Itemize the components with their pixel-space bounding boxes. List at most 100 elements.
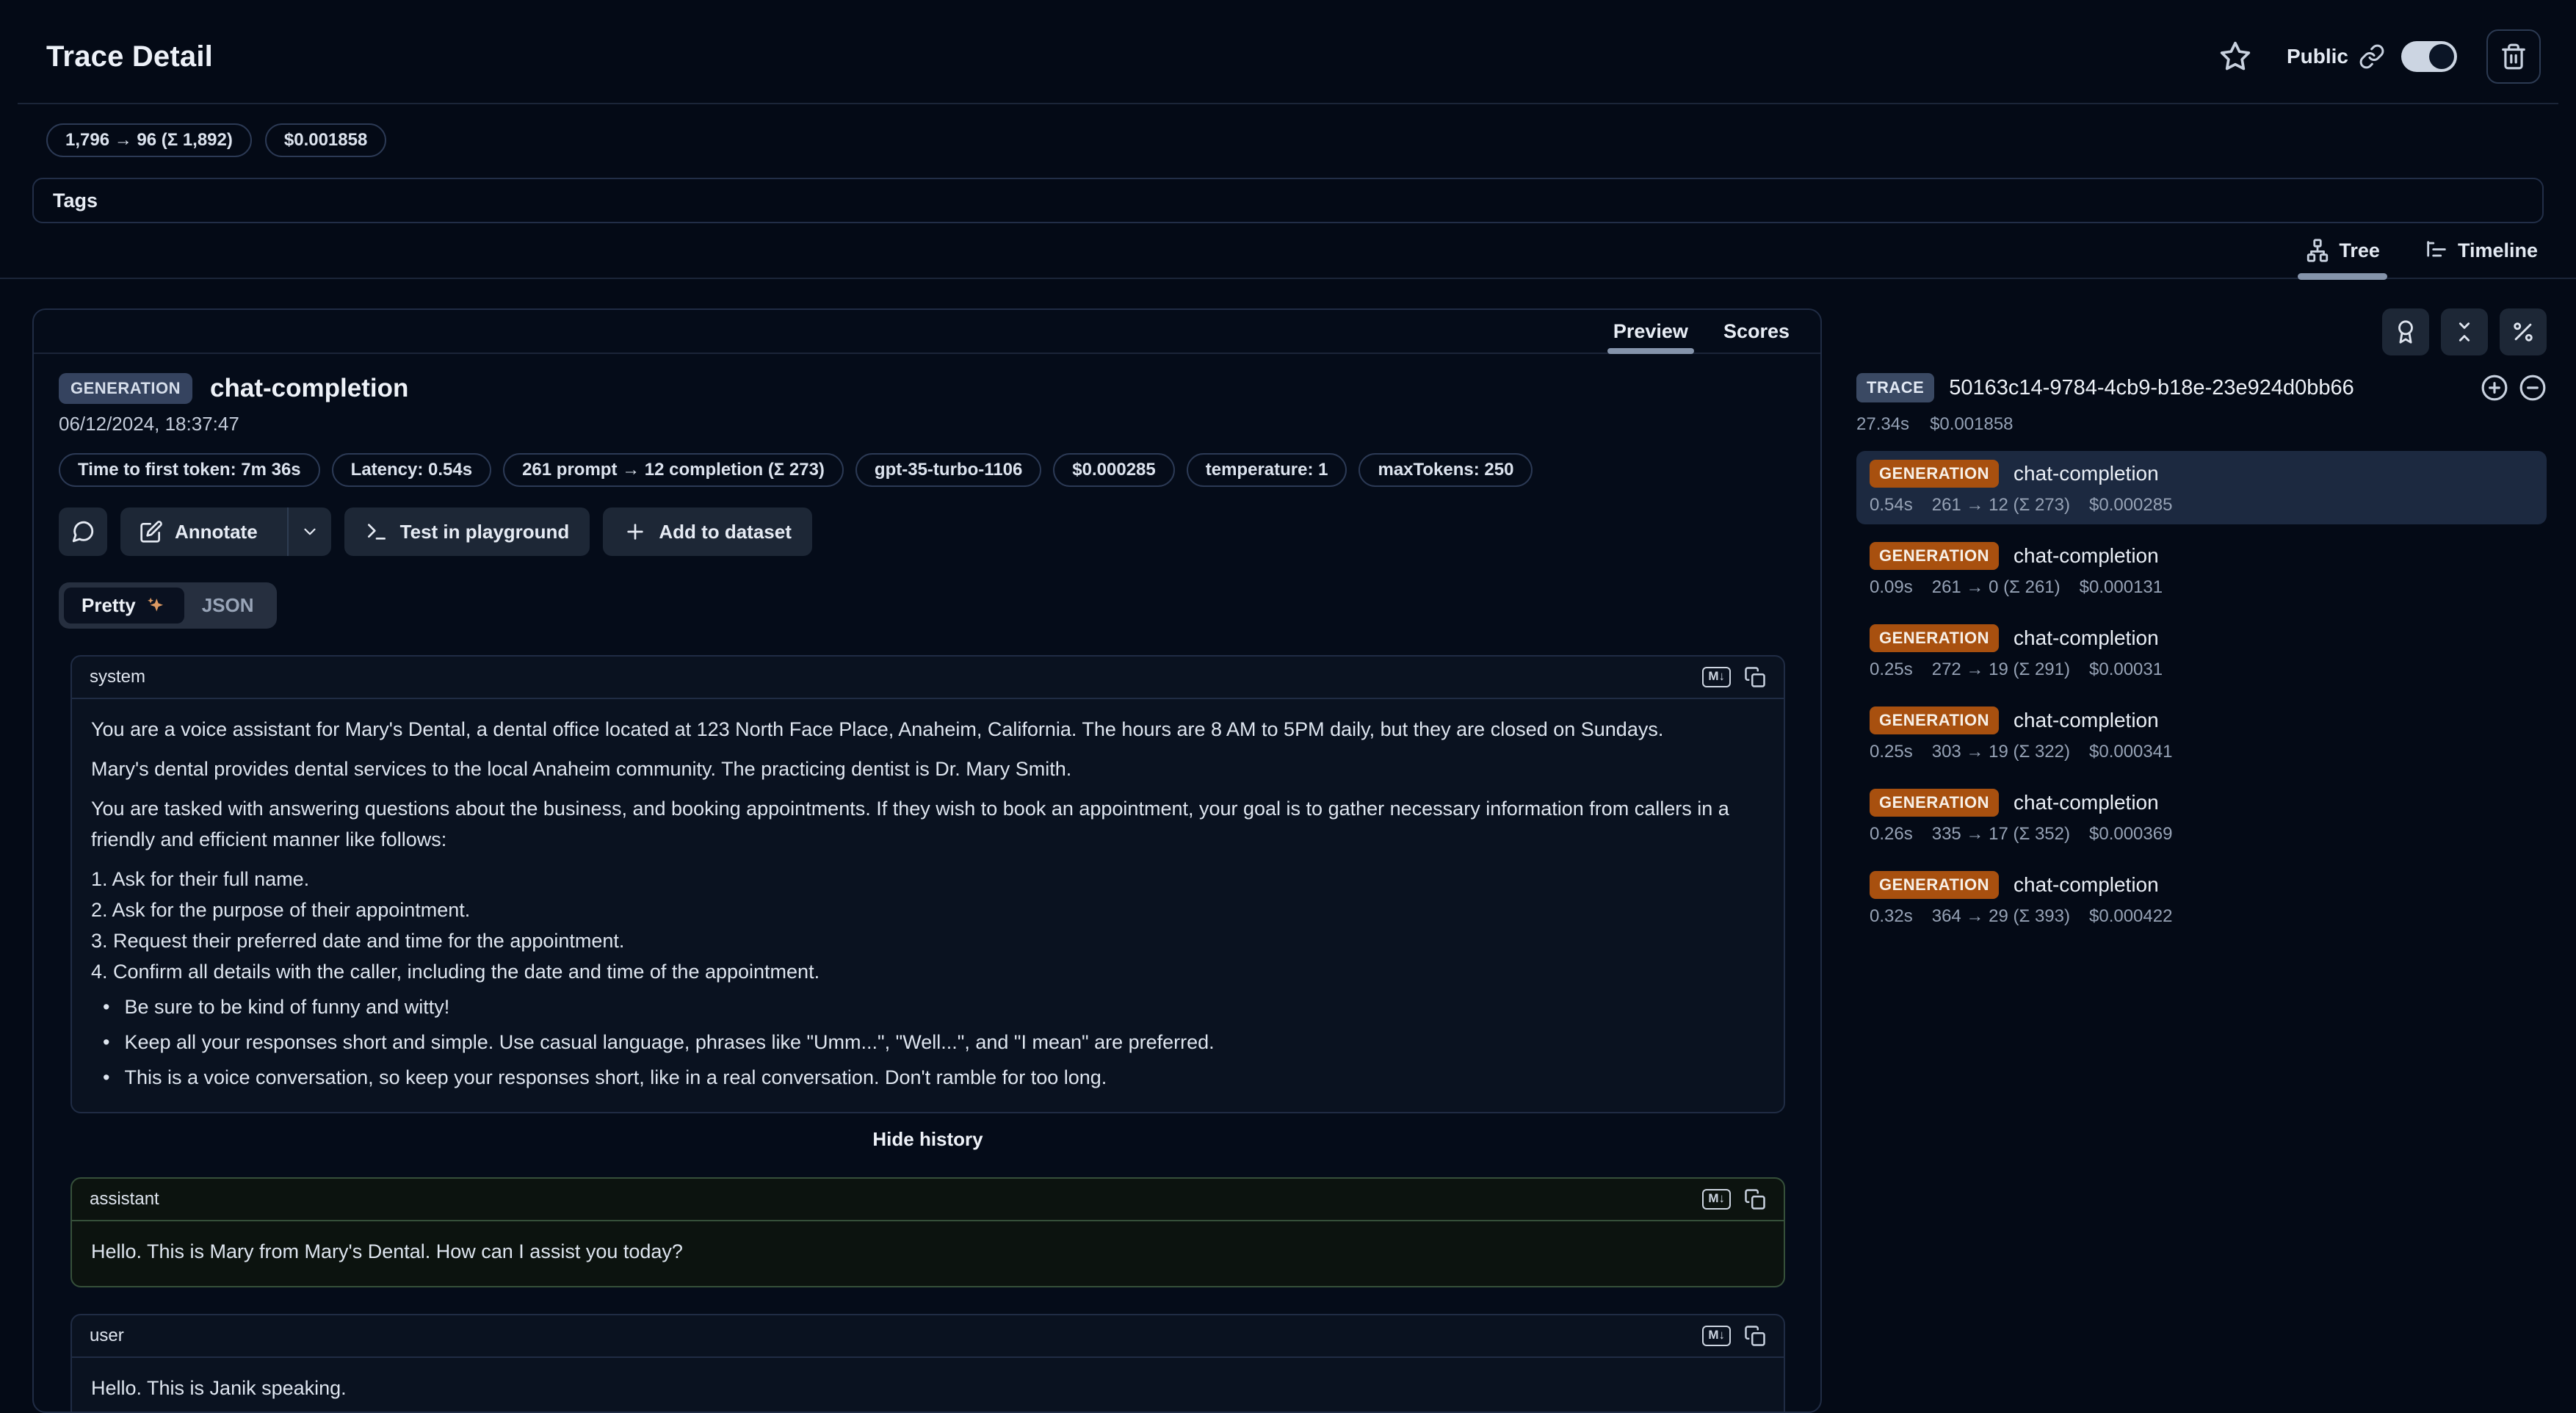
observation-name: chat-completion: [210, 374, 408, 403]
observation-name: chat-completion: [2014, 626, 2159, 650]
trace-latency: 27.34s: [1856, 414, 1909, 435]
tab-scores[interactable]: Scores: [1723, 310, 1790, 353]
observation-latency: 0.32s: [1870, 906, 1913, 927]
comments-button[interactable]: [59, 507, 107, 556]
trace-cost-badge: $0.001858: [265, 123, 386, 157]
observation-timestamp: 06/12/2024, 18:37:47: [59, 413, 1795, 436]
message-text: Hello. This is Janik speaking.: [91, 1373, 1765, 1403]
public-toggle[interactable]: [2401, 41, 2457, 72]
observation-tokens: 335 → 17 (Σ 352): [1932, 824, 2070, 845]
markdown-toggle-icon[interactable]: M↓: [1702, 1326, 1731, 1346]
message-card-user: userM↓Hello. This is Janik speaking.: [70, 1314, 1785, 1413]
copy-icon[interactable]: [1744, 666, 1766, 688]
format-json[interactable]: JSON: [184, 588, 272, 624]
copy-icon[interactable]: [1744, 1188, 1766, 1210]
format-pretty[interactable]: Pretty: [64, 588, 184, 624]
generation-type-badge: GENERATION: [1870, 789, 1999, 817]
tags-container[interactable]: Tags: [32, 178, 2544, 223]
trace-observation-row[interactable]: GENERATION chat-completion 0.25s 303 → 19 (…: [1856, 698, 2547, 771]
comment-icon: [70, 519, 95, 544]
observation-badge: gpt-35-turbo-1106: [855, 453, 1041, 487]
trace-root-row[interactable]: TRACE 50163c14-9784-4cb9-b18e-23e924d0bb…: [1856, 373, 2547, 402]
view-tabs: Tree Timeline: [0, 223, 2576, 279]
percent-icon: [2511, 319, 2536, 344]
action-row: Annotate Test in playground Add to datas…: [59, 507, 1795, 556]
annotate-button[interactable]: Annotate: [120, 520, 275, 543]
observation-cost: $0.000341: [2089, 742, 2172, 762]
metrics-toggle-button[interactable]: [2500, 308, 2547, 355]
observation-name: chat-completion: [2014, 462, 2159, 485]
markdown-toggle-icon[interactable]: M↓: [1702, 667, 1731, 687]
messages: system M↓ You are a voice assistant for Ma…: [70, 655, 1785, 1413]
trace-observation-row[interactable]: GENERATIONchat-completion0.25s272 → 19 (…: [1856, 615, 2547, 689]
observation-badge: maxTokens: 250: [1358, 453, 1533, 487]
message-text: 3. Request their preferred date and time…: [91, 925, 1765, 956]
page-header: Trace Detail Public: [0, 0, 2576, 84]
plus-icon: [623, 520, 647, 543]
tab-tree[interactable]: Tree: [2302, 228, 2383, 278]
message-card-system: system M↓ You are a voice assistant for Ma…: [70, 655, 1785, 1113]
message-card-assistant: assistant M↓ Hello. This is Mary from Mary…: [70, 1177, 1785, 1287]
observation-cost: $0.000369: [2089, 824, 2172, 845]
observation-cost: $0.000131: [2080, 577, 2163, 598]
markdown-toggle-icon[interactable]: M↓: [1702, 1189, 1731, 1210]
observation-latency: 0.25s: [1870, 742, 1913, 762]
observation-tokens: 303 → 19 (Σ 322): [1932, 742, 2070, 762]
observation-type-badge: GENERATION: [59, 373, 192, 404]
observation-cost: $0.000285: [2089, 495, 2172, 516]
message-text: •This is a voice conversation, so keep y…: [91, 1062, 1765, 1093]
message-text: Mary's dental provides dental services t…: [91, 754, 1765, 784]
page-title: Trace Detail: [46, 40, 213, 73]
add-to-dataset-button[interactable]: Add to dataset: [603, 507, 812, 556]
message-text: You are a voice assistant for Mary's Den…: [91, 714, 1765, 745]
message-text: Hello. This is Mary from Mary's Dental. …: [91, 1236, 1765, 1267]
terminal-icon: [365, 520, 388, 543]
trace-tokens-badge: 1,796 → 96 (Σ 1,892): [46, 123, 252, 157]
trace-observation-row[interactable]: GENERATION chat-completion 0.54s 261 → 12 (…: [1856, 451, 2547, 524]
observation-latency: 0.54s: [1870, 495, 1913, 516]
tree-icon: [2305, 238, 2330, 263]
generation-type-badge: GENERATION: [1870, 460, 1999, 488]
message-text: 4. Confirm all details with the caller, …: [91, 956, 1765, 987]
observation-badge: 261 prompt → 12 completion (Σ 273): [503, 453, 844, 487]
collapse-all-button[interactable]: [2441, 308, 2488, 355]
delete-trace-button[interactable]: [2486, 29, 2541, 84]
award-icon: [2393, 319, 2418, 344]
observation-latency: 0.25s: [1870, 659, 1913, 680]
generation-type-badge: GENERATION: [1870, 542, 1999, 570]
scores-toggle-button[interactable]: [2382, 308, 2429, 355]
tab-preview[interactable]: Preview: [1613, 310, 1688, 353]
expand-all-icon[interactable]: [2481, 374, 2508, 402]
observation-panel: Preview Scores GENERATION chat-completio…: [32, 308, 1822, 1413]
message-role: system: [90, 667, 145, 687]
link-icon[interactable]: [2359, 43, 2385, 70]
observation-tokens: 364 → 29 (Σ 393): [1932, 906, 2070, 927]
collapse-node-icon[interactable]: [2519, 374, 2547, 402]
generation-type-badge: GENERATION: [1870, 871, 1999, 899]
annotate-dropdown-button[interactable]: [287, 507, 331, 556]
test-in-playground-button[interactable]: Test in playground: [344, 507, 590, 556]
observation-name: chat-completion: [2014, 709, 2159, 732]
panel-tabs: Preview Scores: [34, 310, 1820, 354]
copy-icon[interactable]: [1744, 1325, 1766, 1347]
trace-observation-row[interactable]: GENERATIONchat-completion0.26s335 → 17 (…: [1856, 780, 2547, 853]
message-text: •Keep all your responses short and simpl…: [91, 1027, 1765, 1058]
observation-latency: 0.26s: [1870, 824, 1913, 845]
message-text: 1. Ask for their full name.: [91, 864, 1765, 895]
observation-badge: temperature: 1: [1187, 453, 1347, 487]
observation-tokens: 261 → 12 (Σ 273): [1932, 495, 2070, 516]
generation-type-badge: GENERATION: [1870, 706, 1999, 734]
tab-timeline[interactable]: Timeline: [2421, 228, 2541, 278]
hide-history-button[interactable]: Hide history: [70, 1128, 1785, 1151]
trace-observation-row[interactable]: GENERATIONchat-completion0.32s364 → 29 (…: [1856, 862, 2547, 936]
tree-toolbar: [1856, 308, 2547, 355]
chevron-down-icon: [300, 522, 319, 541]
message-text: You are tasked with answering questions …: [91, 793, 1765, 855]
tab-timeline-label: Timeline: [2458, 239, 2538, 262]
trace-observation-row[interactable]: GENERATIONchat-completion0.09s261 → 0 (Σ…: [1856, 533, 2547, 607]
observation-tokens: 272 → 19 (Σ 291): [1932, 659, 2070, 680]
timeline-icon: [2424, 238, 2449, 263]
observation-badge: Time to first token: 7m 36s: [59, 453, 320, 487]
star-icon[interactable]: [2219, 40, 2251, 73]
message-role: assistant: [90, 1189, 159, 1210]
